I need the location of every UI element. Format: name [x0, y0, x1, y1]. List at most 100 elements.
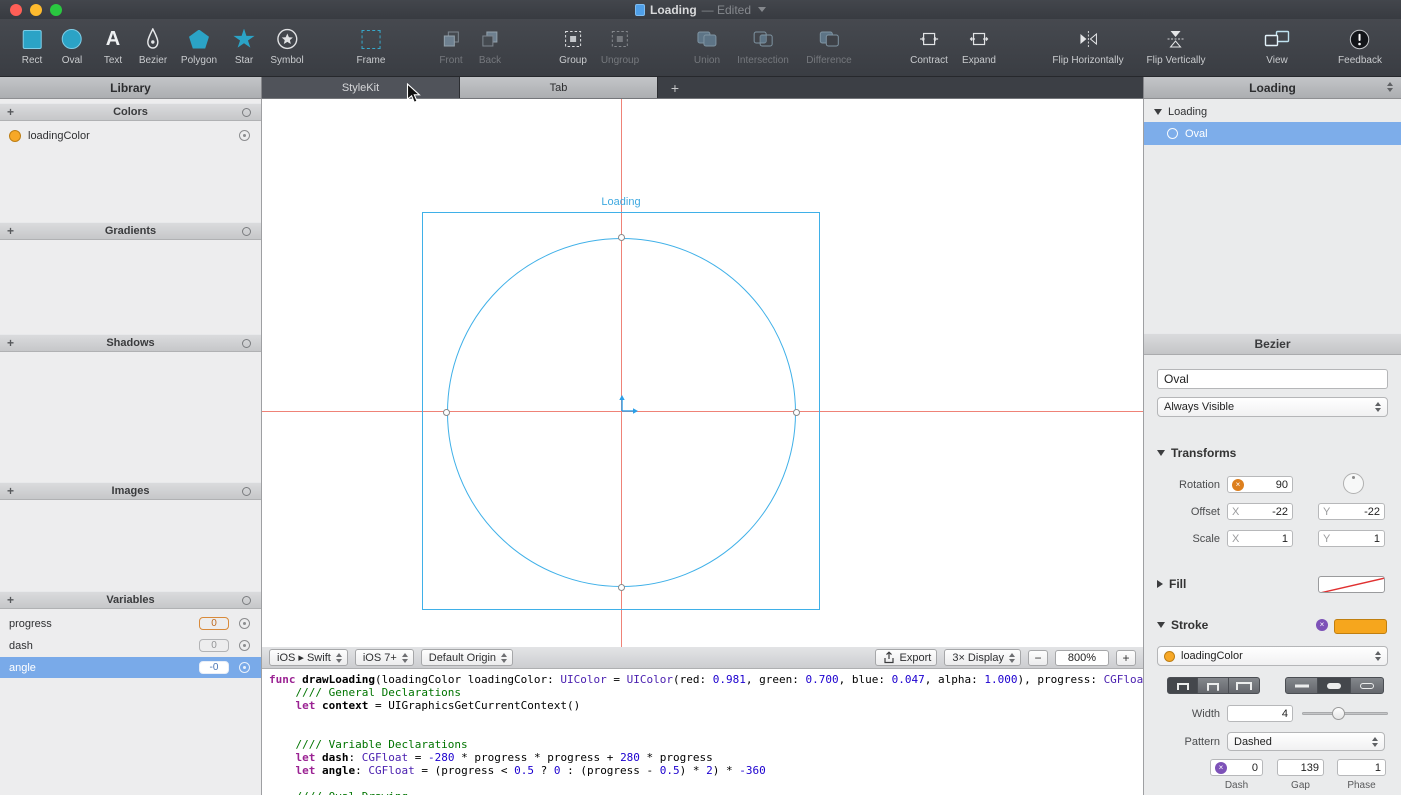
tool-group[interactable]: Group [559, 25, 587, 66]
offset-y-field[interactable]: Y -22 [1318, 503, 1385, 520]
visibility-popup[interactable]: Always Visible [1157, 397, 1388, 417]
tool-polygon[interactable]: Polygon [181, 25, 217, 66]
tab-tab[interactable]: Tab [460, 77, 658, 98]
zoom-out-button[interactable]: − [1028, 650, 1048, 666]
tool-star[interactable]: Star [233, 25, 255, 66]
control-point-left[interactable] [443, 409, 450, 416]
stroke-color-popup[interactable]: loadingColor [1157, 646, 1388, 666]
tab-bar: StyleKit Tab + [262, 77, 1143, 99]
fill-group-title[interactable]: Fill [1157, 577, 1186, 591]
offset-x-field[interactable]: X -22 [1227, 503, 1293, 520]
add-gradient-button[interactable]: + [7, 223, 14, 240]
rotation-field[interactable]: × 90 [1227, 476, 1293, 493]
width-slider[interactable] [1302, 707, 1388, 720]
tool-contract[interactable]: Contract [910, 25, 948, 66]
zoom-in-button[interactable]: + [1116, 650, 1136, 666]
variable-uses-icon[interactable] [239, 640, 250, 651]
width-field[interactable]: 4 [1227, 705, 1293, 722]
inspector-header-stepper[interactable] [1387, 82, 1393, 92]
toolbar-feedback[interactable]: Feedback [1338, 25, 1382, 66]
tool-difference[interactable]: Difference [806, 25, 851, 66]
scale-x-field[interactable]: X 1 [1227, 530, 1293, 547]
tree-item-loading[interactable]: Loading [1144, 104, 1401, 120]
center-anchor-icon[interactable] [610, 393, 642, 419]
tool-bezier[interactable]: Bezier [139, 25, 167, 66]
variable-uses-icon[interactable] [239, 618, 250, 629]
control-point-right[interactable] [793, 409, 800, 416]
pattern-popup[interactable]: Dashed [1227, 732, 1385, 751]
tool-oval[interactable]: Oval [62, 25, 83, 66]
variable-row-progress[interactable]: progress 0 [0, 613, 261, 634]
variable-binding-badge-icon[interactable]: × [1215, 762, 1227, 774]
export-button[interactable]: Export [875, 649, 938, 666]
scale-y-field[interactable]: Y 1 [1318, 530, 1385, 547]
disclosure-triangle-icon[interactable] [1154, 109, 1162, 115]
library-panel-title: Library [110, 81, 151, 95]
tool-intersection[interactable]: Intersection [737, 25, 789, 66]
minimize-button[interactable] [30, 4, 42, 16]
add-color-button[interactable]: + [7, 104, 14, 121]
phase-field[interactable]: 1 [1337, 759, 1386, 776]
gradients-toggle-icon[interactable] [242, 227, 251, 236]
tool-ungroup[interactable]: Ungroup [601, 25, 639, 66]
tool-symbol[interactable]: Symbol [270, 25, 303, 66]
tool-text[interactable]: A Text [104, 25, 122, 66]
shape-name-input[interactable] [1157, 369, 1388, 389]
cap-butt-button[interactable] [1285, 677, 1318, 694]
variable-value-dash[interactable]: 0 [199, 639, 229, 652]
tab-stylekit[interactable]: StyleKit [262, 77, 460, 98]
toolbar-view[interactable]: View [1264, 25, 1290, 66]
close-button[interactable] [10, 4, 22, 16]
tree-item-oval[interactable]: Oval [1144, 122, 1401, 145]
shadows-toggle-icon[interactable] [242, 339, 251, 348]
slider-thumb[interactable] [1332, 707, 1345, 720]
stroke-position-inner-button[interactable] [1167, 677, 1198, 694]
cap-square-button[interactable] [1351, 677, 1384, 694]
cap-round-button[interactable] [1318, 677, 1351, 694]
control-point-top[interactable] [618, 234, 625, 241]
artboard-label[interactable]: Loading [422, 196, 820, 208]
gap-field[interactable]: 139 [1277, 759, 1324, 776]
add-tab-button[interactable]: + [658, 77, 692, 98]
title-menu-chevron-icon[interactable] [758, 7, 766, 12]
add-variable-button[interactable]: + [7, 592, 14, 609]
tool-front[interactable]: Front [439, 25, 462, 66]
stroke-position-center-button[interactable] [1198, 677, 1229, 694]
tool-expand[interactable]: Expand [962, 25, 996, 66]
stroke-group-title[interactable]: Stroke [1157, 618, 1208, 632]
add-image-button[interactable]: + [7, 483, 14, 500]
display-scale-popup[interactable]: 3× Display [944, 649, 1021, 666]
stroke-position-outer-button[interactable] [1229, 677, 1260, 694]
tool-frame[interactable]: Frame [357, 25, 386, 66]
language-popup[interactable]: iOS ▸ Swift [269, 649, 348, 666]
tool-flip-horizontally[interactable]: Flip Horizontally [1052, 25, 1123, 66]
dash-field[interactable]: × 0 [1210, 759, 1263, 776]
variable-binding-badge-icon[interactable]: × [1232, 479, 1244, 491]
drawing-canvas[interactable]: Loading [262, 99, 1143, 647]
zoom-level[interactable]: 800% [1055, 650, 1109, 666]
color-item-loadingcolor[interactable]: loadingColor [0, 125, 261, 146]
fill-color-well[interactable] [1318, 576, 1385, 593]
transforms-group-title[interactable]: Transforms [1157, 446, 1236, 460]
color-uses-icon[interactable] [239, 130, 250, 141]
add-shadow-button[interactable]: + [7, 335, 14, 352]
tool-back[interactable]: Back [479, 25, 501, 66]
variable-binding-badge-icon[interactable]: × [1316, 619, 1328, 631]
zoom-button[interactable] [50, 4, 62, 16]
variable-row-angle[interactable]: angle -0 [0, 657, 261, 678]
variable-value-angle[interactable]: -0 [199, 661, 229, 674]
stroke-color-well[interactable] [1334, 619, 1387, 634]
colors-toggle-icon[interactable] [242, 108, 251, 117]
platform-popup[interactable]: iOS 7+ [355, 649, 414, 666]
control-point-bottom[interactable] [618, 584, 625, 591]
tool-union[interactable]: Union [694, 25, 720, 66]
variable-value-progress[interactable]: 0 [199, 617, 229, 630]
images-toggle-icon[interactable] [242, 487, 251, 496]
variable-row-dash[interactable]: dash 0 [0, 635, 261, 656]
tool-rect[interactable]: Rect [22, 25, 43, 66]
variables-toggle-icon[interactable] [242, 596, 251, 605]
origin-popup[interactable]: Default Origin [421, 649, 513, 666]
rotation-knob[interactable] [1343, 473, 1364, 494]
variable-uses-icon[interactable] [239, 662, 250, 673]
tool-flip-vertically[interactable]: Flip Vertically [1147, 25, 1206, 66]
